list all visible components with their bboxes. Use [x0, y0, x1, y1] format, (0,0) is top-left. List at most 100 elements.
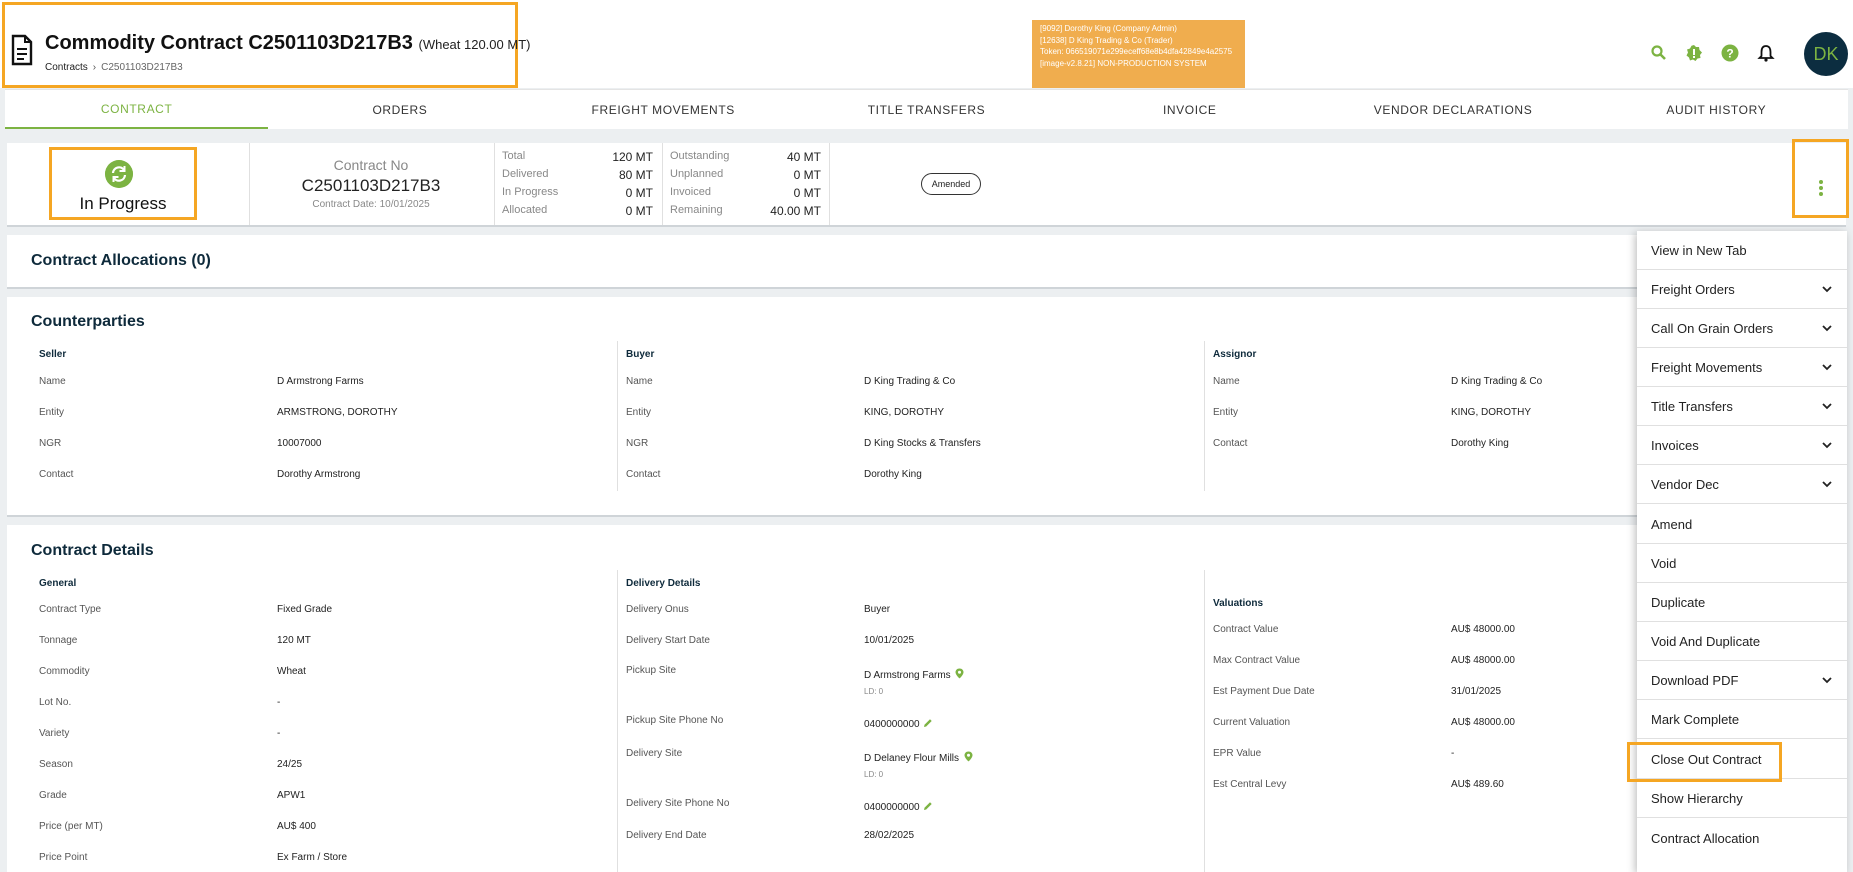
- chevron-right-icon: ›: [92, 62, 97, 73]
- pickup-ld: LD: 0: [864, 687, 884, 696]
- document-icon: [11, 34, 33, 66]
- location-pin-icon[interactable]: [955, 668, 964, 679]
- menu-item-label: Mark Complete: [1651, 711, 1740, 727]
- assignor-heading: Assignor: [1213, 349, 1257, 360]
- env-line: [image-v2.8.21] NON-PRODUCTION SYSTEM: [1040, 58, 1207, 68]
- field-value: APW1: [277, 790, 306, 801]
- menu-item-label: Invoices: [1651, 437, 1699, 453]
- menu-item-void[interactable]: Void: [1637, 544, 1847, 583]
- field-value: D Armstrong Farms: [864, 668, 964, 681]
- location-pin-icon[interactable]: [964, 751, 973, 762]
- stat-value: 40 MT: [786, 150, 821, 164]
- menu-item-label: Contract Allocation: [1651, 831, 1760, 846]
- field-value: Wheat: [277, 666, 306, 677]
- field-value: 31/01/2025: [1451, 686, 1502, 697]
- field-label: Price (per MT): [39, 821, 103, 832]
- breadcrumb-current: C2501103D217B3: [101, 62, 183, 73]
- allocations-title[interactable]: Contract Allocations (0): [31, 252, 211, 270]
- env-line: Token: 066519071e299eceff68e8b4dfa42849e…: [1040, 47, 1233, 56]
- stat-label: Remaining: [670, 204, 723, 216]
- counterparties-title: Counterparties: [31, 313, 145, 330]
- valuations-heading: Valuations: [1213, 598, 1264, 609]
- field-value: 24/25: [277, 759, 303, 770]
- menu-item-void-and-duplicate[interactable]: Void And Duplicate: [1637, 622, 1847, 661]
- field-label: Entity: [1213, 407, 1239, 418]
- search-icon[interactable]: [1650, 44, 1668, 62]
- more-options-button[interactable]: [1792, 139, 1849, 218]
- field-label: Contract Type: [39, 604, 102, 615]
- menu-item-label: Title Transfers: [1651, 398, 1733, 414]
- menu-item-mark-complete[interactable]: Mark Complete: [1637, 700, 1847, 739]
- field-label: NGR: [626, 438, 649, 449]
- tab-vendor-declarations[interactable]: VENDOR DECLARATIONS: [1321, 90, 1584, 129]
- menu-item-label: Void: [1651, 555, 1677, 571]
- menu-item-call-on-grain-orders[interactable]: Call On Grain Orders: [1637, 309, 1847, 348]
- avatar[interactable]: DK: [1804, 32, 1848, 76]
- menu-item-duplicate[interactable]: Duplicate: [1637, 583, 1847, 622]
- field-value: AU$ 48000.00: [1451, 717, 1515, 728]
- field-value: 10007000: [277, 438, 322, 449]
- status-badge: Amended: [921, 173, 981, 195]
- menu-item-download-pdf[interactable]: Download PDF: [1637, 661, 1847, 700]
- seller-heading: Seller: [39, 349, 67, 360]
- page-title-text: Commodity Contract C2501103D217B3: [45, 32, 413, 54]
- menu-item-freight-movements[interactable]: Freight Movements: [1637, 348, 1847, 387]
- field-label: Season: [39, 759, 73, 770]
- menu-item-invoices[interactable]: Invoices: [1637, 426, 1847, 465]
- contract-details-title: Contract Details: [31, 542, 154, 559]
- menu-item-label: Download PDF: [1651, 672, 1739, 688]
- menu-item-view-in-new-tab[interactable]: View in New Tab: [1637, 231, 1847, 270]
- help-icon[interactable]: ?: [1721, 44, 1739, 62]
- divider: [494, 143, 495, 225]
- svg-text:?: ?: [1726, 47, 1733, 61]
- divider: [829, 143, 830, 225]
- field-label: Contract Value: [1213, 624, 1279, 635]
- field-value: Dorothy King: [864, 469, 922, 480]
- menu-item-label: Vendor Dec: [1651, 476, 1719, 492]
- allocations-card: Contract Allocations (0): [7, 235, 1846, 289]
- field-label: Entity: [39, 407, 65, 418]
- field-label: Entity: [626, 407, 652, 418]
- field-label: Delivery Onus: [626, 604, 689, 615]
- stat-label: Unplanned: [670, 168, 724, 180]
- app-header: Commodity Contract C2501103D217B3 (Wheat…: [0, 0, 1853, 88]
- stat-label: Outstanding: [670, 150, 730, 162]
- field-label: Contact: [1213, 438, 1248, 449]
- delivery-ld: LD: 0: [864, 770, 884, 779]
- menu-item-amend[interactable]: Amend: [1637, 505, 1847, 544]
- field-value: Buyer: [864, 604, 891, 615]
- edit-pencil-icon[interactable]: [923, 718, 933, 728]
- notification-bell-icon[interactable]: [1757, 44, 1775, 62]
- menu-item-freight-orders[interactable]: Freight Orders: [1637, 270, 1847, 309]
- menu-item-label: Show Hierarchy: [1651, 790, 1743, 806]
- chevron-down-icon: [1822, 442, 1832, 449]
- edit-pencil-icon[interactable]: [923, 801, 933, 811]
- field-value: AU$ 489.60: [1451, 779, 1504, 790]
- stat-value: 0 MT: [793, 168, 821, 182]
- stat-label: Total: [502, 150, 526, 162]
- page-title: Commodity Contract C2501103D217B3 (Wheat…: [45, 32, 530, 55]
- environment-info: [9092] Dorothy King (Company Admin) [126…: [1032, 20, 1245, 88]
- tab-freight-movements[interactable]: FREIGHT MOVEMENTS: [532, 90, 795, 129]
- menu-item-title-transfers[interactable]: Title Transfers: [1637, 387, 1847, 426]
- field-value: 28/02/2025: [864, 830, 915, 841]
- field-value: D Armstrong Farms: [277, 376, 364, 387]
- menu-item-contract-allocation[interactable]: Contract Allocation: [1637, 819, 1847, 858]
- tab-orders[interactable]: ORDERS: [268, 90, 531, 129]
- divider: [662, 143, 663, 225]
- stat-value: 0 MT: [625, 204, 653, 218]
- field-value: -: [1451, 748, 1455, 759]
- alert-badge-icon[interactable]: [1685, 44, 1703, 62]
- field-label: Variety: [39, 728, 70, 739]
- tab-contract[interactable]: CONTRACT: [5, 90, 269, 129]
- env-line: [9092] Dorothy King (Company Admin): [1040, 24, 1177, 33]
- tab-audit-history[interactable]: AUDIT HISTORY: [1585, 90, 1848, 129]
- menu-item-vendor-dec[interactable]: Vendor Dec: [1637, 465, 1847, 504]
- tab-title-transfers[interactable]: TITLE TRANSFERS: [795, 90, 1058, 129]
- field-label: Pickup Site: [626, 665, 677, 676]
- breadcrumb-root-link[interactable]: Contracts: [45, 62, 88, 73]
- menu-item-label: Amend: [1651, 516, 1693, 532]
- menu-item-show-hierarchy[interactable]: Show Hierarchy: [1637, 779, 1847, 818]
- tab-invoice[interactable]: INVOICE: [1058, 90, 1321, 129]
- field-value: 0400000000: [864, 718, 933, 730]
